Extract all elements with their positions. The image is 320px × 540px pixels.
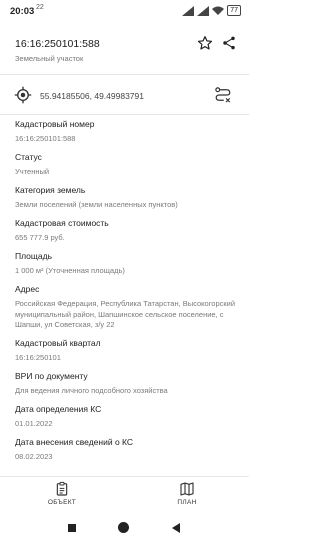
field-value: 01.01.2022 [15, 419, 53, 428]
field-label: Площадь [15, 251, 53, 261]
status-time: 20:03 [10, 6, 35, 17]
status-time-superscript: 22 [36, 4, 44, 11]
field-label: Дата внесения сведений о КС [15, 437, 134, 447]
field-value: 655 777.9 руб. [15, 233, 65, 242]
divider [0, 114, 249, 115]
field-value: Учтенный [15, 167, 50, 176]
field-land-category: Категория земель Земли поселений (земли … [15, 185, 240, 211]
field-value: 16:16:250101:588 [15, 134, 76, 143]
field-label: Дата определения КС [15, 404, 102, 414]
status-bar: 20:03 22 77 [0, 0, 249, 22]
page-title: 16:16:250101:588 [15, 38, 100, 50]
field-value: 1 000 м² (Уточненная площадь) [15, 266, 125, 275]
field-label: Категория земель [15, 185, 86, 195]
field-value: 08.02.2023 [15, 452, 53, 461]
field-area: Площадь 1 000 м² (Уточненная площадь) [15, 251, 240, 277]
field-value: Для ведения личного подсобного хозяйства [15, 386, 168, 395]
header: 16:16:250101:588 Земельный участок [0, 30, 249, 70]
coordinates-row[interactable]: 55.94185506, 49.49983791 [0, 82, 249, 110]
field-status: Статус Учтенный [15, 152, 240, 178]
battery-icon: 77 [227, 5, 241, 16]
field-value: 16:16:250101 [15, 353, 61, 362]
nav-plan-label: ПЛАН [177, 499, 197, 506]
wifi-icon [212, 6, 225, 15]
field-value: Российская Федерация, Республика Татарст… [15, 299, 236, 329]
star-icon[interactable] [197, 35, 213, 51]
field-valuation-date: Дата определения КС 01.01.2022 [15, 404, 240, 430]
field-label: Адрес [15, 284, 40, 294]
page-subtitle: Земельный участок [15, 54, 84, 63]
field-entry-date: Дата внесения сведений о КС 08.02.2023 [15, 437, 240, 463]
field-label: Кадастровый квартал [15, 338, 101, 348]
share-icon[interactable] [221, 35, 237, 51]
field-address: Адрес Российская Федерация, Республика Т… [15, 284, 240, 331]
map-icon [180, 482, 194, 496]
field-label: Кадастровая стоимость [15, 218, 109, 228]
back-button[interactable] [172, 523, 180, 533]
signal-icon [182, 5, 195, 16]
system-nav-bar [0, 516, 249, 540]
route-icon[interactable] [214, 86, 232, 104]
status-icons: 77 [182, 5, 241, 16]
field-label: Статус [15, 152, 42, 162]
field-label: ВРИ по документу [15, 371, 88, 381]
signal-icon [197, 5, 210, 16]
field-cadastral-value: Кадастровая стоимость 655 777.9 руб. [15, 218, 240, 244]
field-label: Кадастровый номер [15, 119, 95, 129]
location-target-icon[interactable] [14, 86, 32, 104]
field-cadastral-number: Кадастровый номер 16:16:250101:588 [15, 119, 240, 145]
field-cadastral-quarter: Кадастровый квартал 16:16:250101 [15, 338, 240, 364]
nav-object[interactable]: ОБЪЕКТ [32, 481, 92, 506]
bottom-nav: ОБЪЕКТ ПЛАН [0, 476, 249, 517]
divider [0, 74, 249, 75]
coordinates-text: 55.94185506, 49.49983791 [40, 91, 144, 101]
document-icon [56, 481, 68, 496]
field-permitted-use: ВРИ по документу Для ведения личного под… [15, 371, 240, 397]
recents-button[interactable] [68, 524, 76, 532]
nav-object-label: ОБЪЕКТ [47, 499, 77, 506]
field-value: Земли поселений (земли населенных пункто… [15, 200, 178, 209]
nav-plan[interactable]: ПЛАН [157, 481, 217, 506]
home-button[interactable] [118, 522, 129, 533]
